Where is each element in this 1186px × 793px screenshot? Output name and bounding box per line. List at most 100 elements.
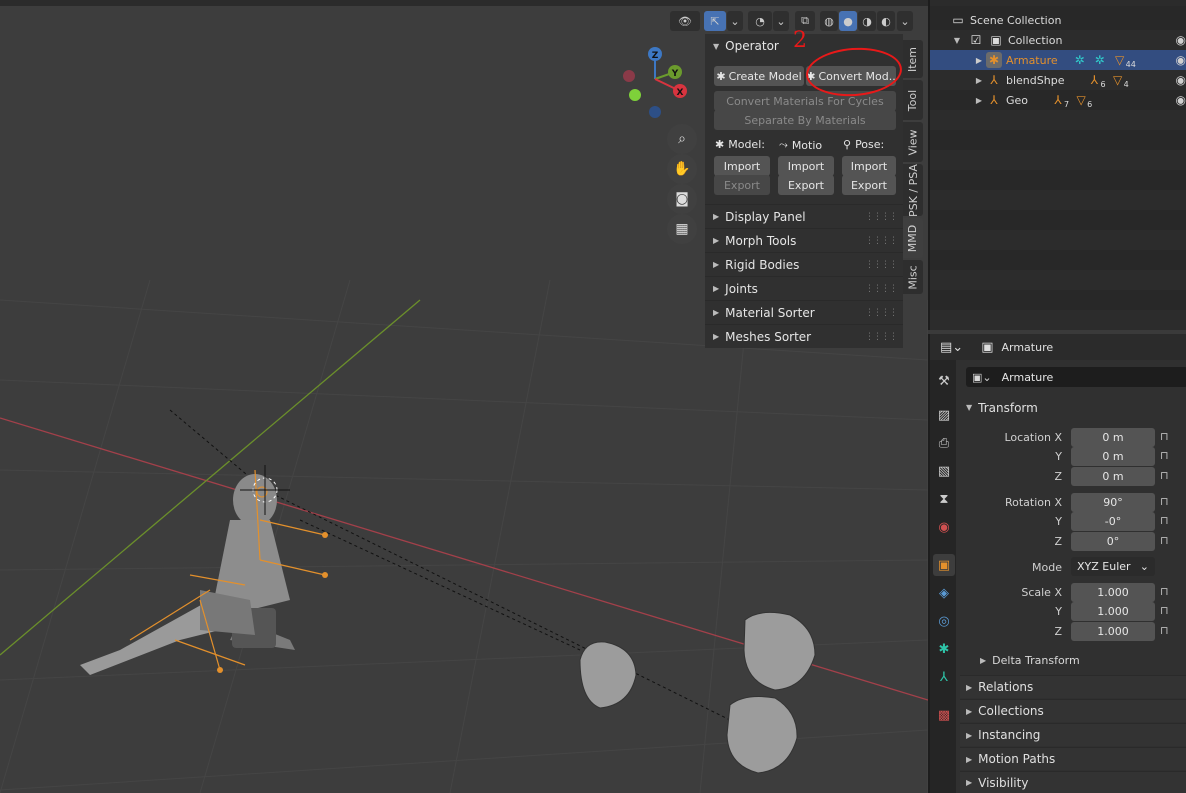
- export-model-button[interactable]: Export: [714, 175, 770, 195]
- lock-icon[interactable]: ⊓: [1160, 430, 1169, 443]
- lock-icon[interactable]: ⊓: [1160, 514, 1169, 527]
- chevron-down-icon[interactable]: ⌄: [727, 11, 743, 31]
- rigid-bodies-section[interactable]: ▶ Rigid Bodies ⋮⋮⋮⋮: [705, 252, 903, 276]
- tab-tool[interactable]: Tool: [903, 80, 923, 120]
- export-motion-button[interactable]: Export: [778, 175, 834, 195]
- bone-properties-icon[interactable]: ⅄: [933, 666, 955, 688]
- scale-x-field[interactable]: 1.000: [1071, 583, 1155, 602]
- collections-section[interactable]: ▶ Collections: [960, 699, 1186, 722]
- collapsed-triangle-icon[interactable]: ▶: [930, 76, 982, 85]
- rotation-y-field[interactable]: -0°: [1071, 512, 1155, 531]
- physics-icon[interactable]: ◎: [933, 610, 955, 632]
- scale-y-field[interactable]: 1.000: [1071, 602, 1155, 621]
- delta-transform-subpanel[interactable]: ▶ Delta Transform: [980, 654, 1080, 667]
- lock-icon[interactable]: ⊓: [1160, 585, 1169, 598]
- pan-hand-icon[interactable]: ✋: [667, 154, 697, 184]
- modifier-icon[interactable]: ◈: [933, 582, 955, 604]
- scene-icon[interactable]: ⧗: [933, 488, 955, 510]
- checkbox-icon[interactable]: ☑: [968, 32, 984, 48]
- create-model-button[interactable]: ✱ Create Model: [714, 66, 804, 86]
- output-icon[interactable]: ⎙: [933, 432, 955, 454]
- joints-section[interactable]: ▶ Joints ⋮⋮⋮⋮: [705, 276, 903, 300]
- export-pose-button[interactable]: Export: [842, 175, 896, 195]
- rotation-z-field[interactable]: 0°: [1071, 532, 1155, 551]
- drag-grip-icon[interactable]: ⋮⋮⋮⋮: [865, 236, 898, 246]
- lock-icon[interactable]: ⊓: [1160, 534, 1169, 547]
- meshes-sorter-section[interactable]: ▶ Meshes Sorter ⋮⋮⋮⋮: [705, 324, 903, 348]
- tab-misc[interactable]: Misc: [903, 260, 923, 294]
- scene-collection-row[interactable]: ▭ Scene Collection: [930, 10, 1186, 30]
- geo-row[interactable]: ▶ ⅄ Geo ⅄ 7 ▽ 6 ◉: [930, 90, 1186, 110]
- morph-tools-section[interactable]: ▶ Morph Tools ⋮⋮⋮⋮: [705, 228, 903, 252]
- view-object-types-icon[interactable]: 👁: [670, 11, 700, 31]
- collapsed-triangle-icon[interactable]: ▶: [930, 96, 982, 105]
- render-icon[interactable]: ▨: [933, 404, 955, 426]
- location-z-field[interactable]: 0 m: [1071, 467, 1155, 486]
- visibility-eye-icon[interactable]: ◉: [1176, 33, 1186, 47]
- shading-wireframe-icon[interactable]: ◍: [820, 11, 838, 31]
- material-sorter-section[interactable]: ▶ Material Sorter ⋮⋮⋮⋮: [705, 300, 903, 324]
- chevron-down-icon[interactable]: ⌄: [773, 11, 789, 31]
- drag-grip-icon[interactable]: ⋮⋮⋮⋮: [865, 284, 898, 294]
- import-pose-button[interactable]: Import: [842, 156, 896, 176]
- rotation-mode-select[interactable]: XYZ Euler ⌄: [1071, 557, 1155, 576]
- tool-icon[interactable]: ⚒: [933, 370, 955, 392]
- armature-row[interactable]: ▶ ✱ Armature ✲ ✲ ▽ 44 ◉: [930, 50, 1186, 70]
- lock-icon[interactable]: ⊓: [1160, 469, 1169, 482]
- properties-tabs: ⚒ ▨ ⎙ ▧ ⧗ ◉ ▣ ◈ ◎ ✱ ⅄ ▩: [930, 360, 956, 793]
- collapsed-triangle-icon[interactable]: ▶: [930, 56, 982, 65]
- blendshpe-row[interactable]: ▶ ⅄ blendShpe ⅄ 6 ▽ 4 ◉: [930, 70, 1186, 90]
- shading-material-icon[interactable]: ◑: [858, 11, 876, 31]
- import-motion-button[interactable]: Import: [778, 156, 834, 176]
- rotation-x-field[interactable]: 90°: [1071, 493, 1155, 512]
- expand-triangle-icon[interactable]: ▼: [930, 36, 960, 45]
- collection-row[interactable]: ▼ ☑ ▣ Collection ◉: [930, 30, 1186, 50]
- gizmo-icon[interactable]: ⇱: [704, 11, 726, 31]
- visibility-eye-icon[interactable]: ◉: [1176, 93, 1186, 107]
- overlays-icon[interactable]: ◔: [748, 11, 772, 31]
- pose-icon: ⚲: [843, 138, 852, 151]
- collapsed-triangle-icon: ▶: [966, 778, 973, 787]
- import-model-button[interactable]: Import: [714, 156, 770, 176]
- tab-psk-psa[interactable]: PSK / PSA: [903, 164, 923, 216]
- visibility-section[interactable]: ▶ Visibility: [960, 771, 1186, 793]
- scale-z-field[interactable]: 1.000: [1071, 622, 1155, 641]
- location-y-field[interactable]: 0 m: [1071, 447, 1155, 466]
- drag-grip-icon[interactable]: ⋮⋮⋮⋮: [865, 212, 898, 222]
- world-icon[interactable]: ◉: [933, 516, 955, 538]
- transform-section[interactable]: ▼ Transform: [960, 396, 1186, 419]
- display-panel-section[interactable]: ▶ Display Panel ⋮⋮⋮⋮: [705, 204, 903, 228]
- shading-solid-icon[interactable]: ●: [839, 11, 857, 31]
- instancing-section[interactable]: ▶ Instancing: [960, 723, 1186, 746]
- drag-grip-icon[interactable]: ⋮⋮⋮⋮: [865, 332, 898, 342]
- lock-icon[interactable]: ⊓: [1160, 495, 1169, 508]
- zoom-icon[interactable]: ⌕: [667, 124, 697, 154]
- character-model[interactable]: [80, 465, 328, 675]
- lock-icon[interactable]: ⊓: [1160, 624, 1169, 637]
- chevron-down-icon[interactable]: ⌄: [897, 11, 913, 31]
- drag-grip-icon[interactable]: ⋮⋮⋮⋮: [865, 260, 898, 270]
- lock-icon[interactable]: ⊓: [1160, 604, 1169, 617]
- perspective-grid-icon[interactable]: ▦: [667, 214, 697, 244]
- visibility-eye-icon[interactable]: ◉: [1176, 73, 1186, 87]
- tab-item[interactable]: Item: [903, 40, 923, 78]
- view-layer-icon[interactable]: ▧: [933, 460, 955, 482]
- object-properties-icon[interactable]: ▣: [933, 554, 955, 576]
- relations-section[interactable]: ▶ Relations: [960, 675, 1186, 698]
- shading-rendered-icon[interactable]: ◐: [877, 11, 895, 31]
- object-name-field[interactable]: ▣⌄ Armature: [966, 367, 1186, 387]
- motion-paths-section[interactable]: ▶ Motion Paths: [960, 747, 1186, 770]
- drag-grip-icon[interactable]: ⋮⋮⋮⋮: [865, 308, 898, 318]
- navigation-gizmo[interactable]: Z Y X: [620, 44, 696, 120]
- lock-icon[interactable]: ⊓: [1160, 449, 1169, 462]
- texture-icon[interactable]: ▩: [933, 704, 955, 726]
- tab-mmd[interactable]: MMD: [903, 218, 923, 258]
- camera-icon[interactable]: ◙: [667, 184, 697, 214]
- location-x-field[interactable]: 0 m: [1071, 428, 1155, 447]
- visibility-eye-icon[interactable]: ◉: [1176, 53, 1186, 67]
- object-data-armature-icon[interactable]: ✱: [933, 638, 955, 660]
- editor-type-icon[interactable]: ▤⌄: [940, 340, 963, 355]
- tab-view[interactable]: View: [903, 122, 923, 162]
- separate-materials-button[interactable]: Separate By Materials: [714, 110, 896, 130]
- skull-mesh[interactable]: [579, 611, 816, 774]
